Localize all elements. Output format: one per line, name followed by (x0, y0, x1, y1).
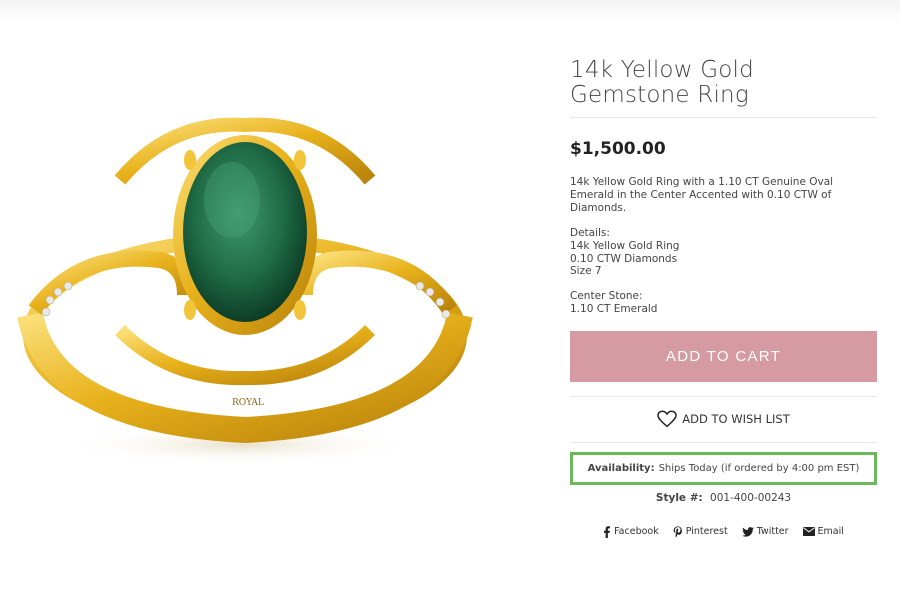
share-pinterest-link[interactable]: Pinterest (673, 526, 728, 538)
availability-value: Ships Today (if ordered by 4:00 pm EST) (658, 462, 860, 474)
product-description: 14k Yellow Gold Ring with a 1.10 CT Genu… (570, 176, 834, 214)
product-info: 14k Yellow Gold Gemstone Ring $1,500.00 … (570, 58, 877, 538)
product-title-line-1: 14k Yellow Gold (570, 57, 754, 83)
email-icon (802, 527, 815, 537)
details-line: 14k Yellow Gold Ring (570, 239, 680, 252)
add-to-wishlist-button[interactable]: ADD TO WISH LIST (570, 397, 877, 442)
ring-stamp: ROYAL (232, 398, 264, 408)
add-to-cart-button[interactable]: ADD TO CART (570, 330, 877, 382)
style-value: 001-400-00243 (710, 491, 792, 504)
facebook-icon (604, 526, 611, 538)
product-title-line-2: Gemstone Ring (570, 82, 749, 108)
wishlist-label: ADD TO WISH LIST (682, 412, 790, 427)
twitter-icon (741, 526, 754, 537)
availability-label: Availability: (587, 462, 655, 474)
center-stone-heading: Center Stone: (570, 290, 643, 303)
product-title: 14k Yellow Gold Gemstone Ring (570, 58, 877, 108)
details-block: Details: 14k Yellow Gold Ring 0.10 CTW D… (570, 227, 877, 278)
share-email-label: Email (817, 526, 844, 538)
center-stone-block: Center Stone: 1.10 CT Emerald (570, 290, 877, 316)
product-price: $1,500.00 (570, 139, 666, 159)
share-facebook-label: Facebook (614, 526, 659, 538)
product-image[interactable]: ROYAL (10, 60, 510, 500)
share-facebook-link[interactable]: Facebook (603, 526, 659, 538)
share-email-link[interactable]: Email (802, 526, 844, 538)
style-number: Style #: 001-400-00243 (570, 492, 877, 504)
top-bar (0, 0, 900, 22)
style-label: Style #: (655, 491, 703, 504)
center-stone-line: 1.10 CT Emerald (570, 302, 658, 315)
divider (570, 441, 877, 443)
ring-image: ROYAL (17, 117, 473, 465)
details-line: 0.10 CTW Diamonds (570, 252, 678, 265)
heart-icon (657, 410, 678, 428)
details-heading: Details: (570, 227, 610, 239)
availability-box: Availability: Ships Today (if ordered by… (570, 451, 877, 485)
share-twitter-link[interactable]: Twitter (741, 526, 789, 538)
share-pinterest-label: Pinterest (685, 526, 728, 538)
pinterest-icon (673, 526, 682, 538)
details-line: Size 7 (570, 265, 602, 278)
share-links: Facebook Pinterest Twitter Email (570, 526, 877, 538)
divider (570, 117, 877, 118)
share-twitter-label: Twitter (756, 526, 789, 538)
